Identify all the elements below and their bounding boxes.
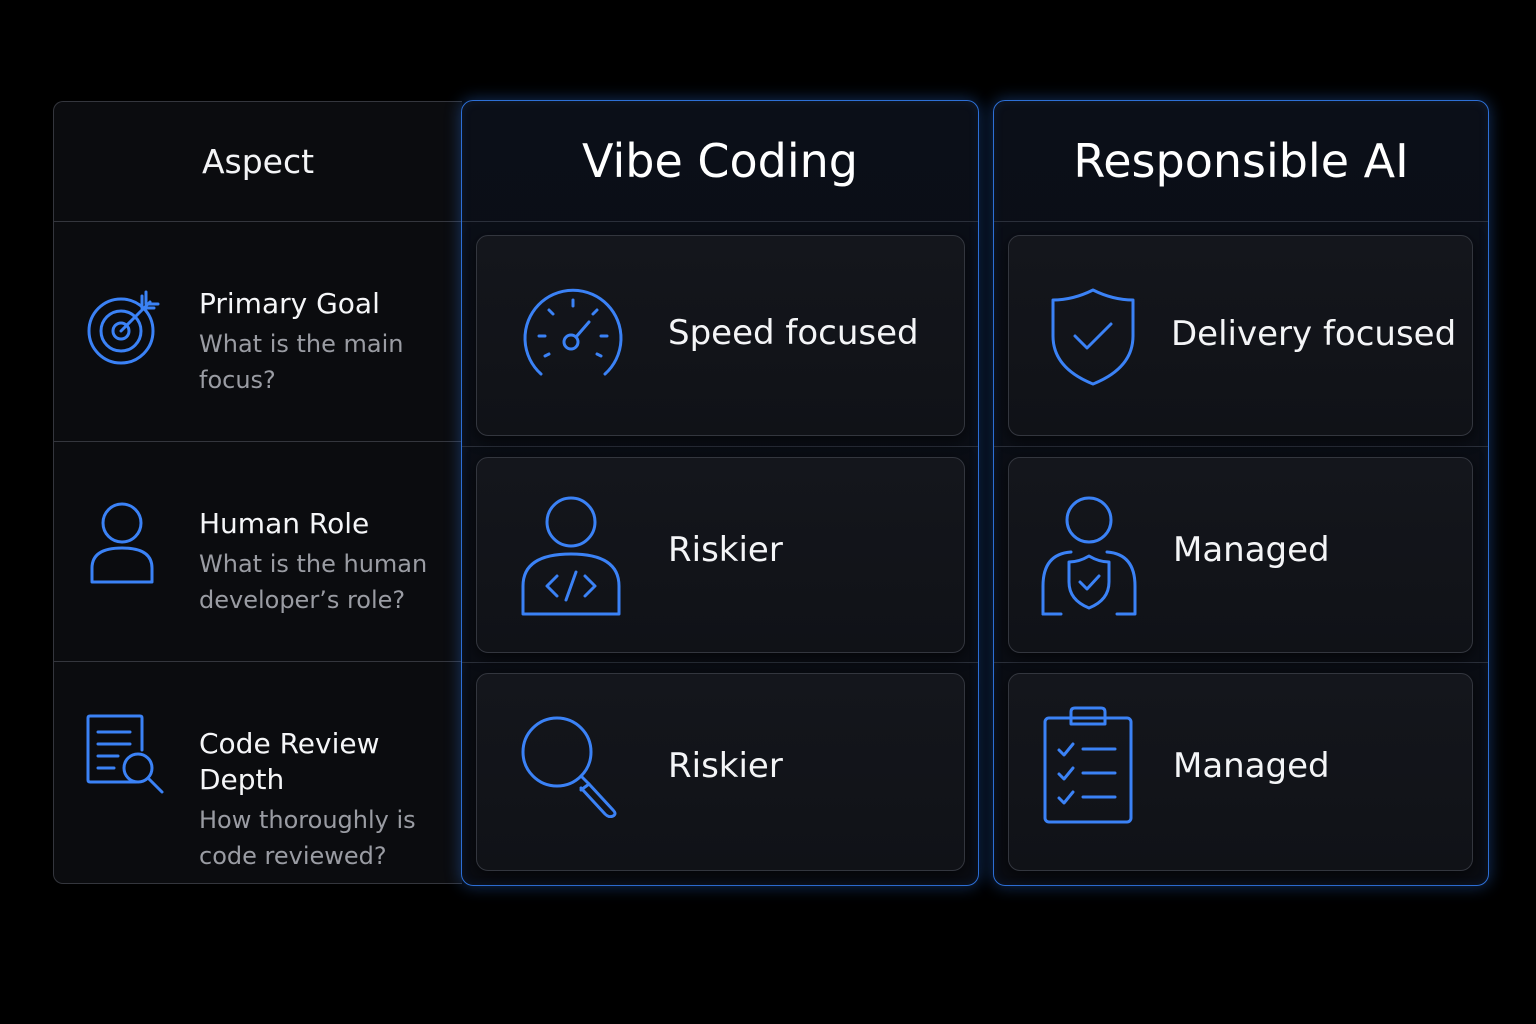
aspect-row-human-role: Human Role What is the human developer’s…	[54, 442, 462, 662]
aspect-description: What is the main focus?	[199, 326, 461, 398]
aspect-description-line: What is the main	[199, 330, 404, 358]
magnifier-icon	[519, 714, 623, 818]
vibe-human-role-value: Riskier	[668, 530, 783, 570]
document-search-icon	[84, 712, 164, 794]
aspect-description: How thoroughly is code reviewed?	[199, 802, 461, 874]
clipboard-checklist-icon	[1041, 704, 1135, 826]
responsible-primary-goal-value: Delivery focused	[1171, 314, 1457, 354]
responsible-ai-header: Responsible AI	[994, 101, 1488, 222]
aspect-column: Aspect Primary Goal What is the main foc…	[53, 101, 462, 884]
aspect-description-line: code reviewed?	[199, 842, 387, 870]
row-divider	[462, 662, 978, 663]
aspect-description-line: What is the human	[199, 550, 428, 578]
vibe-primary-goal-value: Speed focused	[668, 313, 919, 353]
aspect-header: Aspect	[54, 102, 462, 222]
comparison-table: Aspect Primary Goal What is the main foc…	[0, 0, 1536, 1024]
responsible-ai-column: Responsible AI Delivery focused Managed …	[993, 100, 1489, 886]
speedometer-icon	[521, 288, 625, 378]
user-shield-icon	[1041, 494, 1141, 618]
row-divider	[994, 662, 1488, 663]
aspect-row-primary-goal: Primary Goal What is the main focus?	[54, 222, 462, 442]
aspect-description-line: focus?	[199, 366, 276, 394]
vibe-code-review-value: Riskier	[668, 746, 783, 786]
vibe-coding-column: Vibe Coding Speed focused Riskier Riskie…	[461, 100, 979, 886]
responsible-primary-goal-card: Delivery focused	[1008, 235, 1473, 436]
row-divider	[994, 446, 1488, 447]
responsible-code-review-card: Managed	[1008, 673, 1473, 871]
target-icon	[84, 288, 164, 368]
user-icon	[84, 496, 164, 584]
row-divider	[462, 446, 978, 447]
aspect-title: Primary Goal	[199, 287, 380, 320]
aspect-title: Code Review Depth	[199, 727, 380, 796]
user-code-icon	[521, 494, 625, 618]
aspect-description-line: How thoroughly is	[199, 806, 416, 834]
responsible-human-role-card: Managed	[1008, 457, 1473, 653]
vibe-primary-goal-card: Speed focused	[476, 235, 965, 436]
aspect-description: What is the human developer’s role?	[199, 546, 461, 618]
aspect-description-line: developer’s role?	[199, 586, 406, 614]
responsible-code-review-value: Managed	[1173, 746, 1330, 786]
vibe-coding-header: Vibe Coding	[462, 101, 978, 222]
shield-check-icon	[1049, 286, 1137, 388]
vibe-code-review-card: Riskier	[476, 673, 965, 871]
aspect-row-code-review: Code Review Depth How thoroughly is code…	[54, 662, 462, 883]
vibe-human-role-card: Riskier	[476, 457, 965, 653]
aspect-title: Human Role	[199, 507, 370, 540]
responsible-human-role-value: Managed	[1173, 530, 1330, 570]
